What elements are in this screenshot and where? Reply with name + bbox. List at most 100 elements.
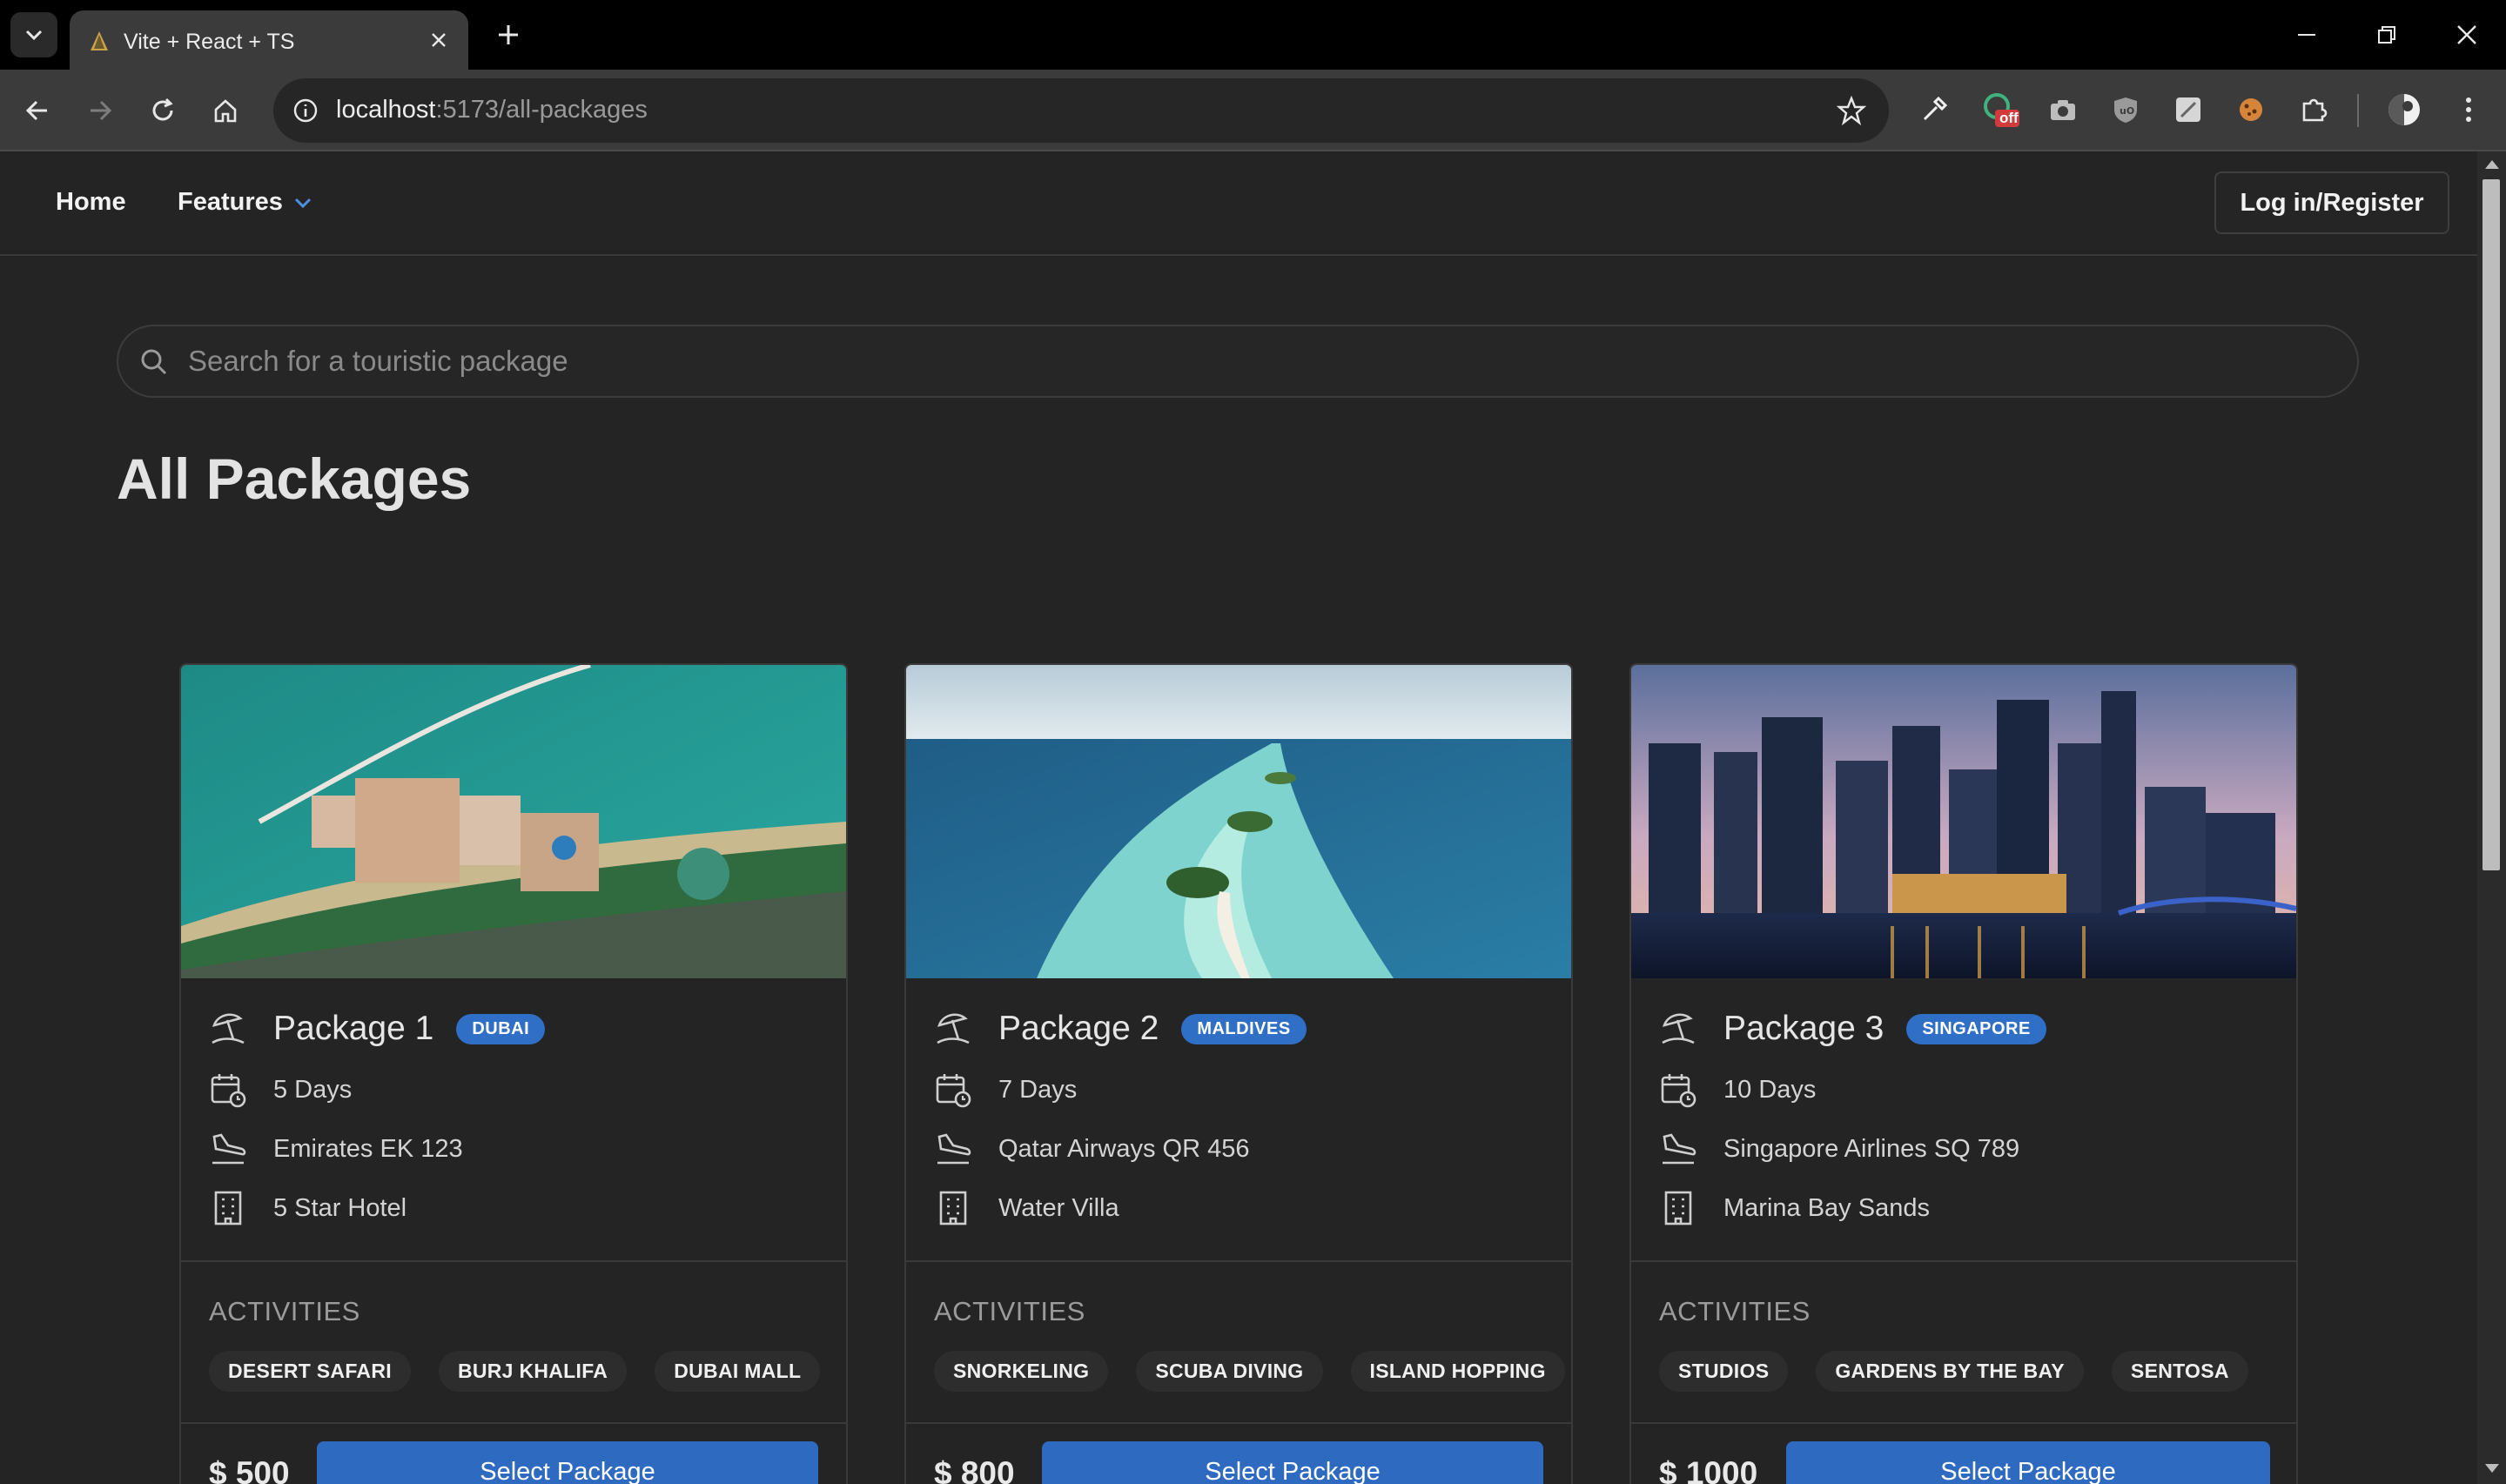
package-flight: Singapore Airlines SQ 789: [1723, 1134, 2020, 1163]
package-price: $ 500: [209, 1455, 290, 1484]
nav-home-link[interactable]: Home: [56, 188, 126, 217]
package-name-row: Package 1 DUBAI: [209, 1010, 546, 1048]
package-card: Package 3 SINGAPORE 10 Days Singapore Ai…: [1629, 663, 2298, 1484]
home-button[interactable]: [205, 91, 245, 131]
card-divider: [1631, 1260, 2296, 1262]
ublock-extension[interactable]: uO: [2105, 89, 2147, 131]
package-image-maldives: [906, 665, 1571, 978]
package-image-dubai: [181, 665, 846, 978]
search-icon: [141, 349, 167, 375]
toolbar-separator: [2357, 94, 2359, 127]
nav-features-label: Features: [178, 188, 283, 216]
cookie-icon: [2240, 98, 2262, 121]
back-button[interactable]: [17, 91, 57, 131]
activity-pill: SENTOSA: [2111, 1351, 2248, 1392]
chrome-menu-button[interactable]: [2448, 89, 2489, 131]
scroll-up-arrow[interactable]: [2485, 160, 2499, 169]
duration-row: 7 Days: [934, 1071, 1077, 1109]
reload-button[interactable]: [143, 91, 183, 131]
extensions-button[interactable]: [2293, 89, 2335, 131]
page-title: All Packages: [117, 447, 472, 511]
browser-tab[interactable]: Vite + React + TS: [70, 10, 468, 70]
url-path: :5173/all-packages: [435, 96, 648, 124]
login-register-button[interactable]: Log in/Register: [2214, 171, 2449, 234]
toggle-extension[interactable]: off: [1979, 89, 2021, 131]
site-navbar: Home Features Log in/Register: [0, 151, 2477, 256]
hotel-row: 5 Star Hotel: [209, 1189, 406, 1227]
package-price: $ 800: [934, 1455, 1015, 1484]
vite-favicon-icon: [91, 31, 108, 50]
flight-row: Singapore Airlines SQ 789: [1659, 1130, 2019, 1168]
info-icon[interactable]: [292, 97, 319, 124]
destination-badge: SINGAPORE: [1906, 1013, 2046, 1044]
extension-off-badge: off: [1999, 110, 2019, 126]
activity-pill: STUDIOS: [1659, 1351, 1789, 1392]
package-hotel: 5 Star Hotel: [273, 1193, 407, 1222]
activity-pill: DESERT SAFARI: [209, 1351, 411, 1392]
beach-umbrella-icon: [212, 1013, 245, 1044]
card-divider: [181, 1422, 846, 1424]
package-name-row: Package 2 MALDIVES: [934, 1010, 1307, 1048]
flight-row: Emirates EK 123: [209, 1130, 463, 1168]
plane-landing-icon: [1663, 1133, 1696, 1165]
search-input[interactable]: [188, 330, 2329, 393]
minimize-button[interactable]: [2289, 17, 2324, 52]
plane-landing-icon: [937, 1133, 971, 1165]
package-name: Package 1: [273, 1010, 434, 1047]
building-icon: [214, 1191, 242, 1225]
home-icon: [214, 99, 237, 123]
package-duration: 5 Days: [273, 1075, 353, 1104]
camera-extension[interactable]: [2042, 89, 2084, 131]
select-package-button[interactable]: Select Package: [317, 1441, 818, 1484]
restore-icon: [2378, 26, 2395, 44]
page-content: Home Features Log in/Register All Packag…: [0, 151, 2477, 1484]
activity-pill: GARDENS BY THE BAY: [1816, 1351, 2084, 1392]
card-divider: [906, 1422, 1571, 1424]
forward-button[interactable]: [80, 91, 120, 131]
hotel-row: Water Villa: [934, 1189, 1119, 1227]
activity-pill: SCUBA DIVING: [1136, 1351, 1323, 1392]
package-name-row: Package 3 SINGAPORE: [1659, 1010, 2046, 1048]
calendar-clock-icon: [936, 1074, 971, 1108]
close-window-button[interactable]: [2449, 17, 2484, 52]
tab-search-button[interactable]: [10, 12, 57, 57]
eyedropper-icon: [1923, 96, 1948, 121]
search-bar[interactable]: [117, 325, 2359, 398]
scroll-down-arrow[interactable]: [2485, 1464, 2499, 1473]
package-flight: Emirates EK 123: [273, 1134, 463, 1163]
nav-features-dropdown[interactable]: Features: [178, 188, 312, 217]
new-tab-button[interactable]: [493, 19, 524, 50]
flight-row: Qatar Airways QR 456: [934, 1130, 1250, 1168]
building-icon: [1664, 1191, 1692, 1225]
notes-extension[interactable]: [2167, 89, 2209, 131]
duration-row: 10 Days: [1659, 1071, 1816, 1109]
package-card: Package 2 MALDIVES 7 Days Qatar Airways …: [904, 663, 1573, 1484]
activities-title: ACTIVITIES: [1659, 1296, 1811, 1326]
activity-pill: SNORKELING: [934, 1351, 1109, 1392]
restore-button[interactable]: [2369, 17, 2404, 52]
card-divider: [1631, 1422, 2296, 1424]
page-scrollbar[interactable]: [2477, 151, 2506, 1484]
tab-title: Vite + React + TS: [124, 30, 295, 54]
profile-button[interactable]: [2383, 89, 2425, 131]
tab-close-button[interactable]: [427, 28, 451, 52]
minimize-icon: [2298, 34, 2315, 36]
puzzle-icon: [2302, 98, 2328, 122]
eyedropper-extension[interactable]: [1913, 89, 1955, 131]
calendar-clock-icon: [211, 1074, 246, 1108]
chevron-down-icon: [294, 198, 311, 208]
reload-icon: [152, 97, 173, 121]
activities-list: SNORKELING SCUBA DIVING ISLAND HOPPING: [934, 1351, 1565, 1392]
star-icon[interactable]: [1837, 96, 1866, 125]
scroll-thumb[interactable]: [2482, 179, 2500, 870]
url-text[interactable]: localhost:5173/all-packages: [336, 96, 648, 124]
select-package-button[interactable]: Select Package: [1786, 1441, 2270, 1484]
select-package-button[interactable]: Select Package: [1042, 1441, 1543, 1484]
cookie-extension[interactable]: [2230, 89, 2272, 131]
package-name: Package 2: [998, 1010, 1159, 1047]
plus-icon: [499, 25, 518, 44]
address-bar[interactable]: localhost:5173/all-packages: [273, 78, 1889, 143]
arrow-left-icon: [25, 100, 47, 121]
duration-row: 5 Days: [209, 1071, 352, 1109]
package-hotel: Marina Bay Sands: [1723, 1193, 1930, 1222]
